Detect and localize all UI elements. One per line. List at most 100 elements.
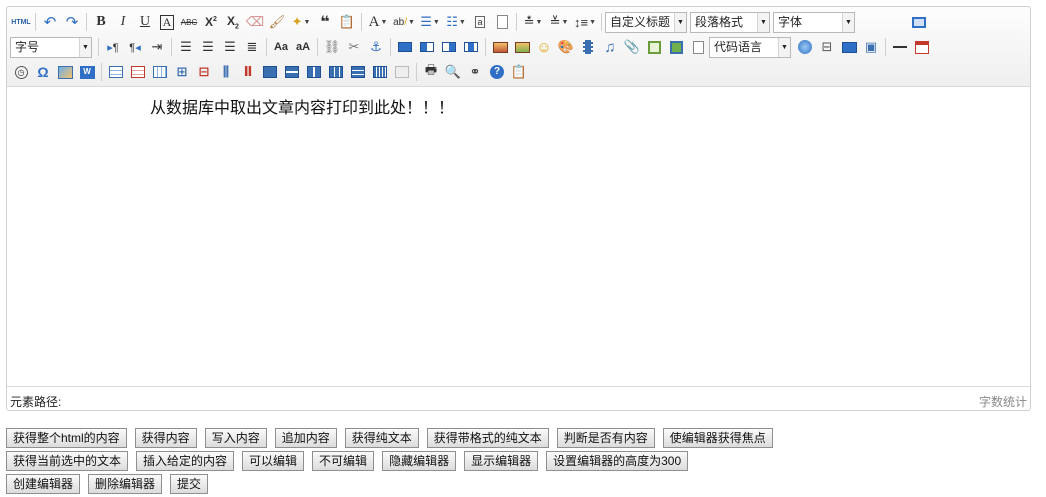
submit-button[interactable]: 提交 — [170, 474, 209, 494]
music-button[interactable]: ♫ — [599, 36, 621, 58]
insert-row-button[interactable]: ⊞ — [171, 61, 193, 83]
image-left-button[interactable] — [416, 36, 438, 58]
help-button[interactable]: ? — [486, 61, 508, 83]
remove-format-button[interactable]: ⌫ — [244, 11, 266, 33]
ordered-list-button[interactable]: ☰ ▼ — [417, 11, 443, 33]
create-editor-button[interactable]: 创建编辑器 — [6, 474, 81, 494]
blockquote-button[interactable]: ❝ — [314, 11, 336, 33]
indent-button[interactable]: ⇥ — [146, 36, 168, 58]
justify-center-button[interactable]: ☰ — [197, 36, 219, 58]
justify-full-button[interactable]: ≣ — [241, 36, 263, 58]
scrawl-button[interactable]: 🎨 — [555, 36, 577, 58]
subscript-button[interactable]: X2 — [222, 11, 244, 33]
split-cols-button[interactable] — [369, 61, 391, 83]
to-uppercase-button[interactable]: Aa — [270, 36, 292, 58]
format-match-button[interactable]: 🖌 — [266, 11, 288, 33]
line-height-button[interactable]: ↕≡ ▼ — [572, 11, 598, 33]
to-lowercase-button[interactable]: aA — [292, 36, 314, 58]
unordered-list-button[interactable]: ☷ ▼ — [443, 11, 469, 33]
link-button[interactable]: ⛓ — [321, 36, 343, 58]
get-selected-text-button[interactable]: 获得当前选中的文本 — [6, 451, 129, 471]
delete-table-button[interactable] — [127, 61, 149, 83]
backcolor-button[interactable]: ab/▼ — [391, 11, 417, 33]
strikethrough-button[interactable]: ABC — [178, 11, 200, 33]
background-button[interactable] — [838, 36, 860, 58]
word-paste-button[interactable]: W — [76, 61, 98, 83]
ltr-button[interactable]: ▸¶ — [102, 36, 124, 58]
row-spacing-bottom-button[interactable]: ≚ ▼ — [546, 11, 572, 33]
insert-given-content-button[interactable]: 插入给定的内容 — [136, 451, 235, 471]
chart-button[interactable] — [391, 61, 413, 83]
attachment-button[interactable]: 📎 — [621, 36, 643, 58]
web-app-button[interactable]: ▣ — [860, 36, 882, 58]
show-editor-button[interactable]: 显示编辑器 — [464, 451, 539, 471]
set-disabled-button[interactable]: 不可编辑 — [312, 451, 375, 471]
merge-right-button[interactable] — [281, 61, 303, 83]
get-all-html-button[interactable]: 获得整个html的内容 — [6, 428, 127, 448]
insert-time-button[interactable]: ◷ — [10, 61, 32, 83]
gmap-button[interactable] — [794, 36, 816, 58]
delete-editor-button[interactable]: 删除编辑器 — [88, 474, 163, 494]
get-formatted-plain-text-button[interactable]: 获得带格式的纯文本 — [426, 428, 549, 448]
image-right-button[interactable] — [438, 36, 460, 58]
fullscreen-button[interactable] — [908, 11, 930, 33]
insert-image-button[interactable] — [489, 36, 511, 58]
get-plain-text-button[interactable]: 获得纯文本 — [344, 428, 419, 448]
editor-content-area[interactable]: 从数据库中取出文章内容打印到此处！！！ — [7, 88, 1030, 387]
preview-button[interactable]: 🔍 — [442, 61, 464, 83]
merge-down-button[interactable] — [303, 61, 325, 83]
paste-plain-button[interactable]: 📋 — [336, 11, 358, 33]
set-height-button[interactable]: 设置编辑器的高度为300 — [546, 451, 689, 471]
forecolor-button[interactable]: A ▼ — [365, 11, 391, 33]
insert-frame-button[interactable] — [643, 36, 665, 58]
image-none-button[interactable] — [394, 36, 416, 58]
delete-row-button[interactable]: ⊟ — [193, 61, 215, 83]
horizontal-rule-button[interactable] — [889, 36, 911, 58]
unlink-button[interactable]: ✂ — [343, 36, 365, 58]
append-content-button[interactable]: 追加内容 — [274, 428, 337, 448]
insert-table-button[interactable] — [105, 61, 127, 83]
hide-editor-button[interactable]: 隐藏编辑器 — [382, 451, 457, 471]
emotion-button[interactable]: ☺ — [533, 36, 555, 58]
print-button[interactable]: 🖶 — [420, 61, 442, 83]
italic-button[interactable]: I — [112, 11, 134, 33]
font-border-button[interactable]: A — [156, 11, 178, 33]
has-content-button[interactable]: 判断是否有内容 — [556, 428, 655, 448]
insert-video-button[interactable] — [577, 36, 599, 58]
rtl-button[interactable]: ¶◂ — [124, 36, 146, 58]
code-language-select[interactable]: 代码语言 ▼ — [709, 36, 791, 58]
set-content-button[interactable]: 写入内容 — [204, 428, 267, 448]
clear-doc-button[interactable] — [491, 11, 513, 33]
set-enabled-button[interactable]: 可以编辑 — [242, 451, 305, 471]
special-chars-button[interactable]: Ω — [32, 61, 54, 83]
template-button[interactable]: ⊟ — [816, 36, 838, 58]
drafts-button[interactable]: 📋 — [508, 61, 530, 83]
search-replace-button[interactable]: ⚭ — [464, 61, 486, 83]
insert-paragraph-before-table-button[interactable] — [149, 61, 171, 83]
split-cells-button[interactable] — [325, 61, 347, 83]
image-center-button[interactable] — [460, 36, 482, 58]
superscript-button[interactable]: X2 — [200, 11, 222, 33]
paragraph-select[interactable]: 段落格式 ▼ — [690, 11, 770, 33]
row-spacing-top-button[interactable]: ≛ ▼ — [520, 11, 546, 33]
multi-image-button[interactable] — [511, 36, 533, 58]
split-rows-button[interactable] — [347, 61, 369, 83]
source-html-button[interactable]: HTML — [10, 11, 32, 33]
anchor-button[interactable]: ⚓ — [365, 36, 387, 58]
bold-button[interactable]: B — [90, 11, 112, 33]
merge-cells-button[interactable] — [259, 61, 281, 83]
insert-date-button[interactable] — [911, 36, 933, 58]
font-family-select[interactable]: 字体 ▼ — [773, 11, 855, 33]
justify-right-button[interactable]: ☰ — [219, 36, 241, 58]
justify-left-button[interactable]: ☰ — [175, 36, 197, 58]
font-size-select[interactable]: 字号 ▼ — [10, 36, 92, 58]
insert-code-button[interactable] — [665, 36, 687, 58]
set-focus-button[interactable]: 使编辑器获得焦点 — [662, 428, 773, 448]
get-content-button[interactable]: 获得内容 — [134, 428, 197, 448]
delete-col-button[interactable]: Ⅱ — [237, 61, 259, 83]
insert-col-button[interactable]: ⫼ — [215, 61, 237, 83]
page-break-button[interactable] — [687, 36, 709, 58]
auto-typeset-button[interactable]: ✦ ▼ — [288, 11, 314, 33]
redo-button[interactable]: ↷ — [61, 11, 83, 33]
undo-button[interactable]: ↶ — [39, 11, 61, 33]
